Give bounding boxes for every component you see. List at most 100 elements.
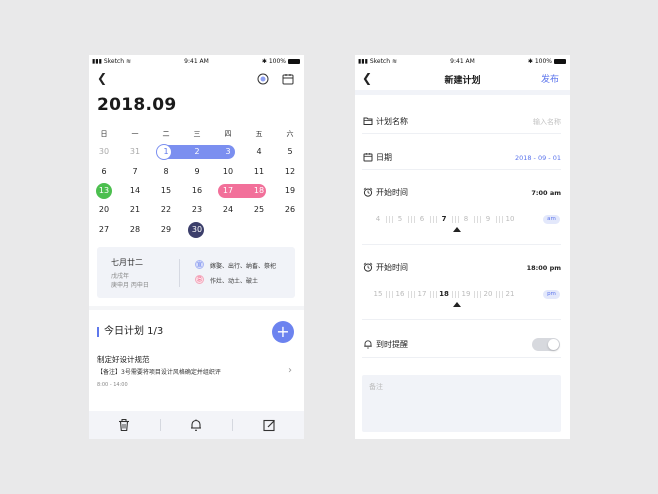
calendar-day[interactable]: 9: [182, 165, 212, 179]
ruler-value[interactable]: 6: [413, 215, 431, 223]
calendar-day[interactable]: 4: [244, 145, 274, 159]
note-textarea[interactable]: 备注: [362, 375, 561, 432]
alarm-clock-icon: [363, 187, 373, 197]
weekday-label: 三: [193, 130, 201, 138]
row-divider: [362, 133, 561, 134]
lunar-toggle-icon[interactable]: [257, 73, 269, 85]
start-time-value: 7:00 am: [531, 189, 561, 197]
calendar-day[interactable]: 2: [182, 145, 212, 159]
ruler-value[interactable]: 5: [391, 215, 409, 223]
calendar-day[interactable]: 30: [89, 145, 119, 159]
date-value[interactable]: 2018 - 09 - 01: [515, 154, 561, 162]
calendar-day[interactable]: 21: [120, 203, 150, 217]
section-divider: [89, 306, 304, 310]
ruler-tick: [477, 216, 478, 223]
ruler-tick: [433, 216, 434, 223]
bell-icon[interactable]: [189, 418, 203, 432]
calendar-day[interactable]: 30: [182, 223, 212, 237]
calendar-day[interactable]: 26: [275, 203, 304, 217]
calendar-day[interactable]: 24: [213, 203, 243, 217]
calendar-day[interactable]: 22: [151, 203, 181, 217]
trash-icon[interactable]: [117, 418, 131, 432]
calendar-day[interactable]: 12: [275, 165, 304, 179]
add-plan-button[interactable]: +: [272, 321, 294, 343]
plan-name-label: 计划名称: [376, 117, 408, 126]
calendar-day[interactable]: 5: [275, 145, 304, 159]
calendar-day[interactable]: 14: [120, 184, 150, 198]
am-pm-toggle[interactable]: am: [543, 215, 560, 224]
calendar-day[interactable]: 3: [213, 145, 243, 159]
calendar-day[interactable]: 27: [89, 223, 119, 237]
ruler-tick: [499, 216, 500, 223]
calendar-day[interactable]: 11: [244, 165, 274, 179]
ruler-value[interactable]: 16: [391, 290, 409, 298]
task-title[interactable]: 制定好设计规范: [97, 354, 150, 365]
weekday-label: 五: [255, 130, 263, 138]
ruler-tick: [389, 291, 390, 298]
calendar-day[interactable]: 19: [275, 184, 304, 198]
weekday-label: 日: [100, 130, 108, 138]
row-divider: [362, 357, 561, 358]
ruler-value[interactable]: 19: [457, 290, 475, 298]
calendar-day[interactable]: 17: [213, 184, 243, 198]
reminder-label: 到时提醒: [376, 340, 408, 349]
calendar-day[interactable]: 23: [182, 203, 212, 217]
calendar-day[interactable]: 29: [151, 223, 181, 237]
weekday-label: 二: [162, 130, 170, 138]
reminder-toggle[interactable]: [532, 338, 560, 351]
calendar-day[interactable]: 13: [89, 184, 119, 198]
ruler-tick: [474, 216, 475, 223]
ruler-value[interactable]: 4: [369, 215, 387, 223]
calendar-screen: ▮▮▮ Sketch ≋ 9:41 AM ✱ 100% ❮ 2018.09 日 一…: [89, 55, 304, 439]
ruler-value[interactable]: 21: [501, 290, 519, 298]
calendar-day[interactable]: 6: [89, 165, 119, 179]
am-pm-toggle[interactable]: pm: [543, 290, 560, 299]
calendar-day[interactable]: 31: [120, 145, 150, 159]
ruler-tick: [496, 216, 497, 223]
ruler-tick: [477, 291, 478, 298]
weekday-label: 一: [131, 130, 139, 138]
ruler-tick: [408, 216, 409, 223]
ruler-tick: [452, 216, 453, 223]
calendar-icon[interactable]: [282, 73, 294, 85]
note-placeholder: 备注: [369, 383, 383, 391]
calendar-day[interactable]: 18: [244, 184, 274, 198]
battery: ✱ 100%: [262, 58, 300, 65]
back-icon[interactable]: ❮: [97, 71, 107, 85]
calendar-day[interactable]: 7: [120, 165, 150, 179]
calendar-day[interactable]: 10: [213, 165, 243, 179]
ruler-pointer: [453, 227, 461, 232]
calendar-day[interactable]: 20: [89, 203, 119, 217]
ruler-value[interactable]: 17: [413, 290, 431, 298]
chevron-right-icon[interactable]: ›: [288, 365, 292, 376]
ruler-tick: [389, 216, 390, 223]
good-badge: 宜: [195, 260, 204, 269]
calendar-day[interactable]: 1: [151, 145, 181, 159]
ruler-value[interactable]: 20: [479, 290, 497, 298]
bad-badge: 忌: [195, 275, 204, 284]
ruler-value[interactable]: 18: [435, 290, 453, 298]
header-band: [355, 90, 570, 95]
calendar-day[interactable]: 8: [151, 165, 181, 179]
toolbar-divider: [160, 419, 161, 431]
edit-icon[interactable]: [262, 418, 276, 432]
ruler-pointer: [453, 302, 461, 307]
ruler-value[interactable]: 7: [435, 215, 453, 223]
bottom-toolbar: [89, 411, 304, 439]
plan-name-input[interactable]: 输入名称: [533, 117, 561, 127]
status-bar: ▮▮▮ Sketch ≋ 9:41 AM ✱ 100%: [89, 55, 304, 67]
ruler-tick: [452, 291, 453, 298]
ruler-value[interactable]: 9: [479, 215, 497, 223]
ruler-value[interactable]: 10: [501, 215, 519, 223]
ruler-value[interactable]: 15: [369, 290, 387, 298]
battery-label: 100%: [534, 58, 552, 65]
calendar-day[interactable]: 16: [182, 184, 212, 198]
calendar-day[interactable]: 15: [151, 184, 181, 198]
calendar-day[interactable]: 28: [120, 223, 150, 237]
calendar-day[interactable]: 25: [244, 203, 274, 217]
row-divider: [362, 319, 561, 320]
ruler-tick: [455, 291, 456, 298]
ruler-value[interactable]: 8: [457, 215, 475, 223]
publish-button[interactable]: 发布: [541, 72, 559, 85]
lunar-date: 七月廿二: [111, 258, 143, 267]
